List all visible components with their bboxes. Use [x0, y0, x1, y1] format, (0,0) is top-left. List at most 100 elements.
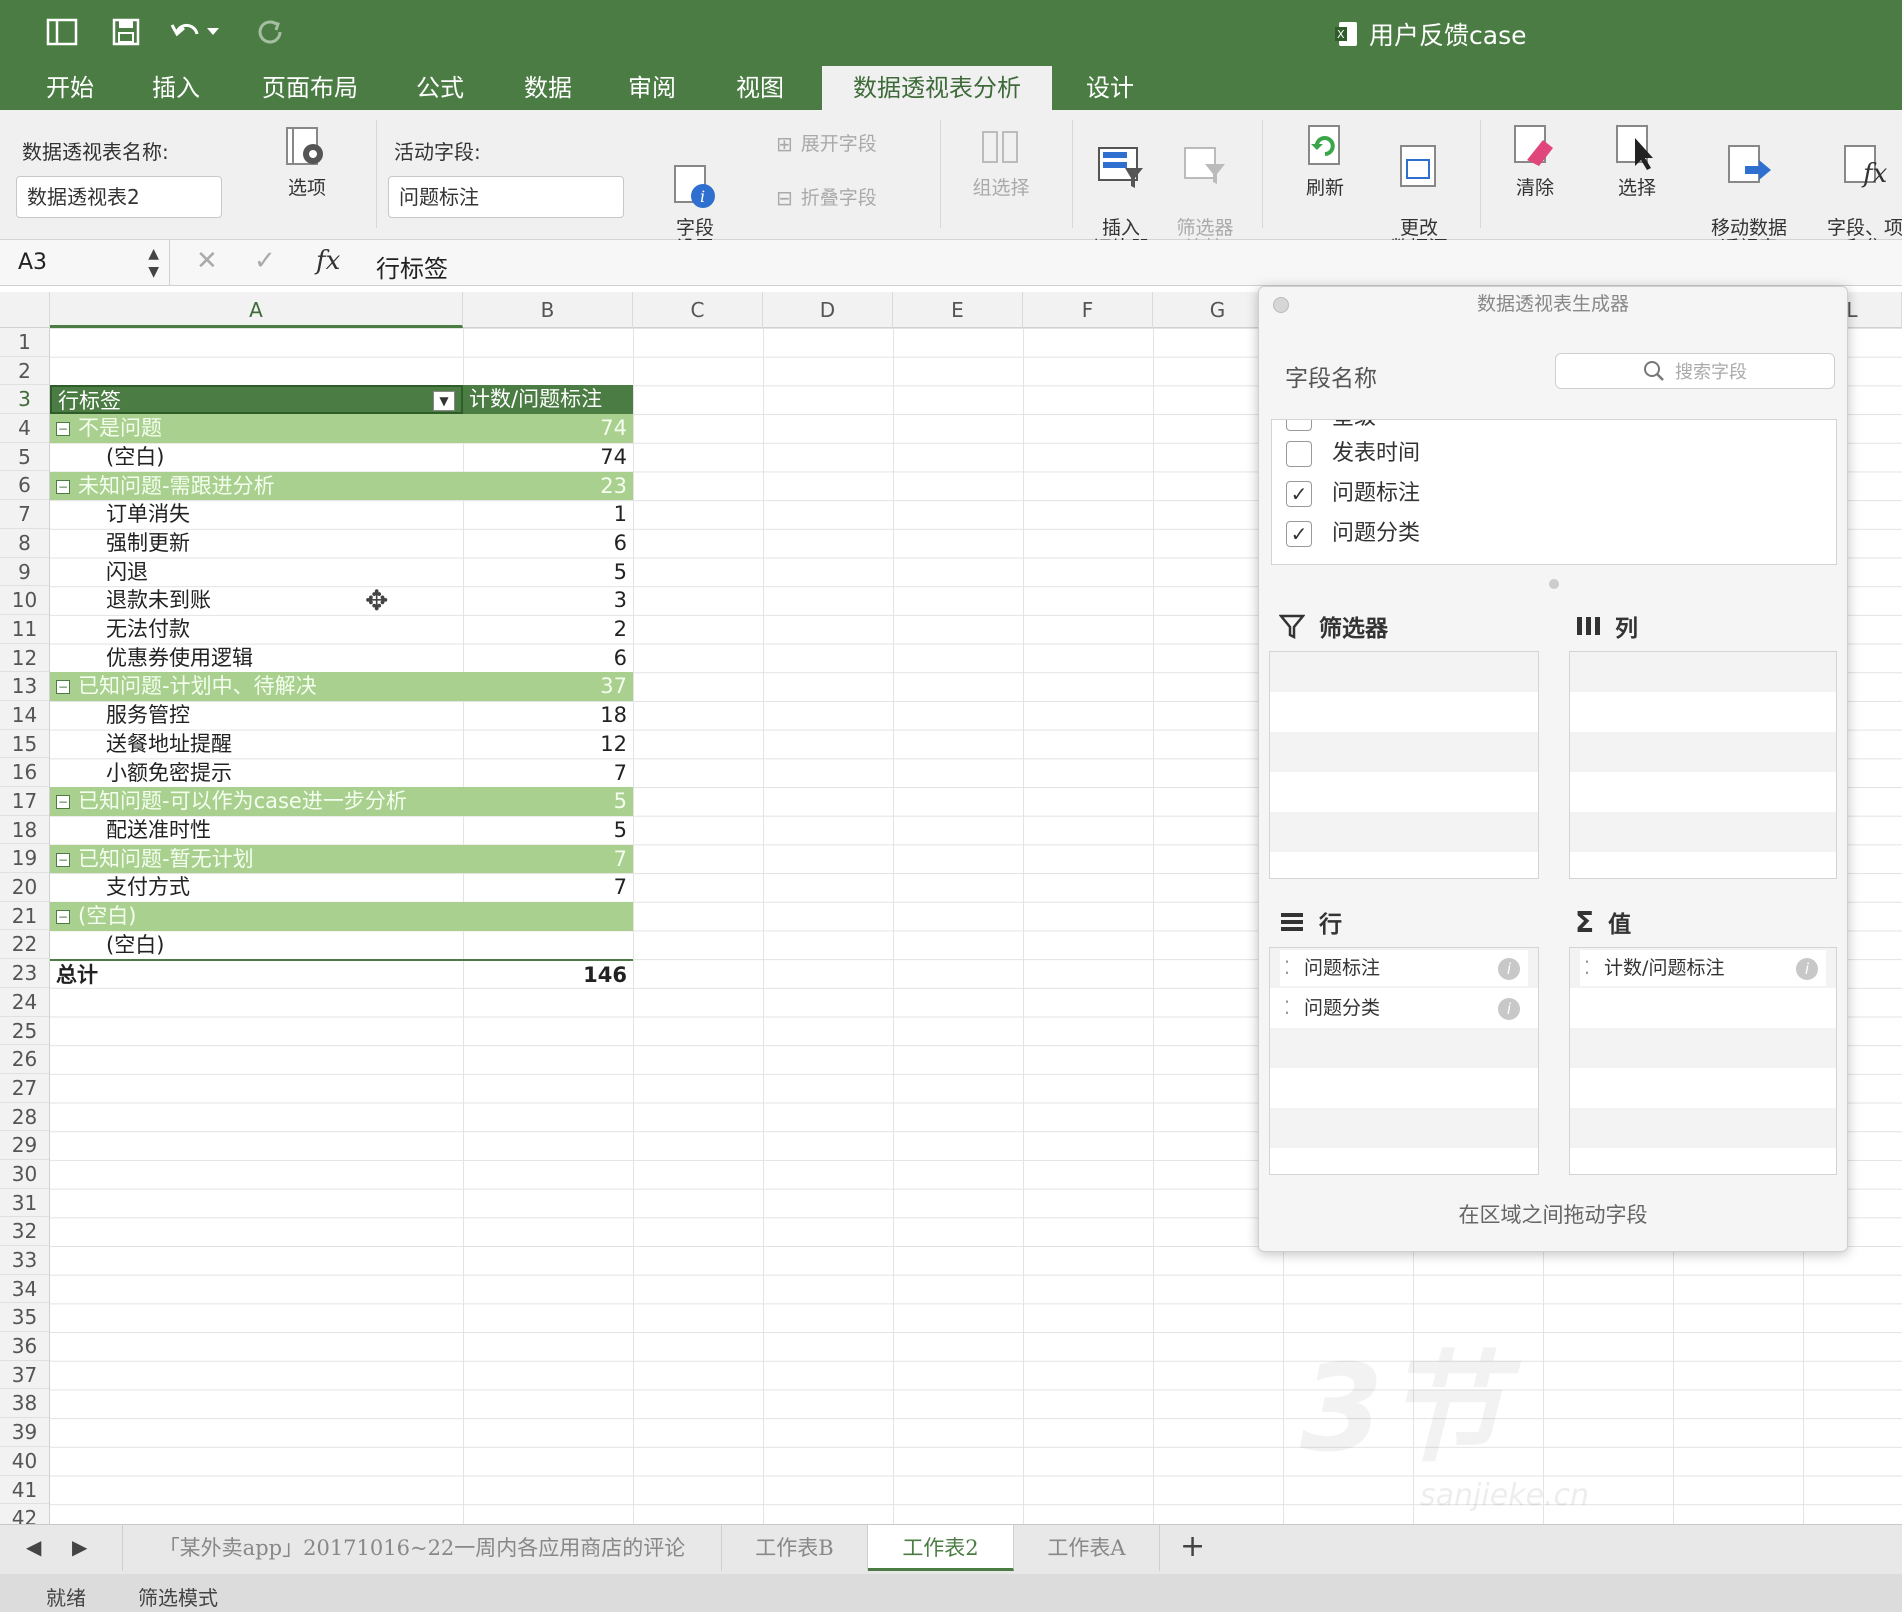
pivot-item-label[interactable]: 退款未到账 — [50, 586, 463, 615]
row-header[interactable]: 2 — [0, 357, 49, 386]
row-header[interactable]: 14 — [0, 701, 49, 730]
pivot-values-header[interactable]: 计数/问题标注 — [463, 385, 633, 415]
cancel-icon[interactable]: ✕ — [196, 246, 218, 276]
filter-dropdown-icon[interactable]: ▼ — [433, 391, 455, 412]
rows-field-pill[interactable]: ⁚ 问题分类 i — [1280, 990, 1528, 1026]
column-header-e[interactable]: E — [893, 292, 1023, 328]
pivot-item-label[interactable]: 无法付款 — [50, 615, 463, 644]
row-header[interactable]: 37 — [0, 1361, 49, 1390]
pivot-grand-total-value[interactable]: 146 — [463, 959, 633, 988]
row-header[interactable]: 21 — [0, 902, 49, 931]
row-header[interactable]: 30 — [0, 1160, 49, 1189]
pivot-item-value[interactable]: 6 — [463, 529, 633, 558]
fields-items-button[interactable]: fx 字段、项 和集 — [1810, 122, 1902, 258]
pivot-item-label[interactable]: 服务管控 — [50, 701, 463, 730]
next-sheet-icon[interactable]: ▶ — [72, 1535, 87, 1559]
values-field-pill[interactable]: ⁚ 计数/问题标注 i — [1580, 950, 1826, 986]
collapse-toggle-icon[interactable]: − — [56, 422, 70, 437]
field-checkbox[interactable] — [1286, 441, 1312, 467]
tab-view[interactable]: 视图 — [720, 66, 800, 110]
group-selection-button[interactable]: 组选择 — [956, 122, 1046, 198]
pivot-group-total[interactable]: 5 — [463, 787, 633, 816]
row-header[interactable]: 9 — [0, 558, 49, 587]
column-header-d[interactable]: D — [763, 292, 893, 328]
row-header[interactable]: 40 — [0, 1447, 49, 1476]
field-checkbox[interactable] — [1286, 420, 1312, 431]
change-source-button[interactable]: 更改 数据源 — [1374, 122, 1464, 258]
field-item-issue-category[interactable]: ✓ 问题分类 — [1286, 514, 1420, 554]
pivot-item-value[interactable]: 3 — [463, 586, 633, 615]
row-header[interactable]: 20 — [0, 873, 49, 902]
active-field-input[interactable]: 问题标注 — [388, 176, 624, 218]
pivot-row-labels-header[interactable]: 行标签 ▼ — [50, 385, 463, 415]
columns-drop-zone[interactable] — [1569, 651, 1837, 879]
row-header[interactable]: 12 — [0, 644, 49, 673]
row-header[interactable]: 31 — [0, 1189, 49, 1218]
field-item-issue-tag[interactable]: ✓ 问题标注 — [1286, 474, 1420, 514]
filters-drop-zone[interactable] — [1269, 651, 1539, 879]
column-header-a[interactable]: A — [50, 292, 463, 328]
tab-pivot-analyze[interactable]: 数据透视表分析 — [822, 66, 1052, 110]
pivot-item-value[interactable]: 18 — [463, 701, 633, 730]
row-header[interactable]: 18 — [0, 816, 49, 845]
pivot-item-label[interactable]: 优惠券使用逻辑 — [50, 644, 463, 673]
pivot-item-label[interactable]: 订单消失 — [50, 500, 463, 529]
row-header[interactable]: 36 — [0, 1332, 49, 1361]
name-box[interactable]: A3 ▲ ▼ — [0, 240, 170, 286]
column-header-c[interactable]: C — [633, 292, 763, 328]
tab-design[interactable]: 设计 — [1070, 66, 1150, 110]
values-drop-zone[interactable]: ⁚ 计数/问题标注 i — [1569, 947, 1837, 1175]
pivot-group-total[interactable] — [463, 902, 633, 931]
pivot-item-value[interactable] — [463, 931, 633, 960]
redo-icon[interactable] — [252, 14, 288, 50]
row-header[interactable]: 6 — [0, 471, 49, 501]
insert-slicer-button[interactable]: 插入 切片器 — [1076, 122, 1166, 258]
refresh-button[interactable]: 刷新 — [1280, 122, 1370, 198]
row-header[interactable]: 5 — [0, 443, 49, 472]
pivot-item-value[interactable]: 12 — [463, 730, 633, 759]
pivot-group-total[interactable]: 23 — [463, 471, 633, 501]
pivot-group-label[interactable]: − 已知问题-暂无计划 — [50, 844, 463, 874]
row-header[interactable]: 13 — [0, 672, 49, 701]
tab-page-layout[interactable]: 页面布局 — [250, 66, 370, 110]
row-header[interactable]: 38 — [0, 1389, 49, 1419]
row-header[interactable]: 32 — [0, 1217, 49, 1246]
pivot-item-label[interactable]: (空白) — [50, 443, 463, 472]
collapse-toggle-icon[interactable]: − — [56, 680, 70, 695]
row-header[interactable]: 1 — [0, 328, 49, 357]
pivot-item-value[interactable]: 6 — [463, 644, 633, 673]
field-list[interactable]: 星级 发表时间 ✓问题标注 ✓问题分类 — [1271, 419, 1837, 565]
pivot-group-label[interactable]: − 不是问题 — [50, 414, 463, 443]
collapse-toggle-icon[interactable]: − — [56, 852, 70, 867]
row-header[interactable]: 25 — [0, 1017, 49, 1046]
sidebar-toggle-icon[interactable] — [44, 14, 80, 50]
undo-dropdown-icon[interactable] — [204, 14, 222, 50]
move-pivot-button[interactable]: 移动数据 透视表 — [1694, 122, 1804, 258]
drag-handle-icon[interactable]: ⁚ — [1584, 950, 1590, 986]
fx-label[interactable]: fx — [316, 246, 340, 276]
row-header[interactable]: 3 — [0, 385, 49, 415]
collapse-field-button[interactable]: ⊟ 折叠字段 — [776, 188, 916, 208]
pivot-item-value[interactable]: 7 — [463, 873, 633, 902]
row-header[interactable]: 19 — [0, 844, 49, 874]
row-header[interactable]: 34 — [0, 1275, 49, 1304]
resize-handle-icon[interactable] — [1549, 579, 1559, 589]
row-header[interactable]: 10 — [0, 586, 49, 615]
add-sheet-icon[interactable]: + — [1180, 1529, 1205, 1564]
stepper-icon[interactable]: ▲ ▼ — [148, 240, 159, 281]
formula-content[interactable]: 行标签 — [376, 249, 448, 284]
pivot-item-value[interactable]: 1 — [463, 500, 633, 529]
row-header[interactable]: 7 — [0, 500, 49, 529]
pivot-item-value[interactable]: 5 — [463, 816, 633, 845]
row-header[interactable]: 22 — [0, 930, 49, 960]
options-button[interactable]: 选项 — [262, 122, 352, 198]
sheet-tab-reviews[interactable]: 「某外卖app」20171016~22一周内各应用商店的评论 — [122, 1525, 722, 1571]
sheet-tab-2[interactable]: 工作表2 — [868, 1525, 1014, 1571]
row-header[interactable]: 39 — [0, 1418, 49, 1447]
confirm-icon[interactable]: ✓ — [254, 246, 276, 276]
row-header[interactable]: 11 — [0, 615, 49, 644]
pivot-group-total[interactable]: 74 — [463, 414, 633, 443]
sheet-tab-b[interactable]: 工作表B — [722, 1525, 868, 1571]
pivot-item-label[interactable]: 闪退 — [50, 558, 463, 587]
row-header[interactable]: 33 — [0, 1246, 49, 1275]
